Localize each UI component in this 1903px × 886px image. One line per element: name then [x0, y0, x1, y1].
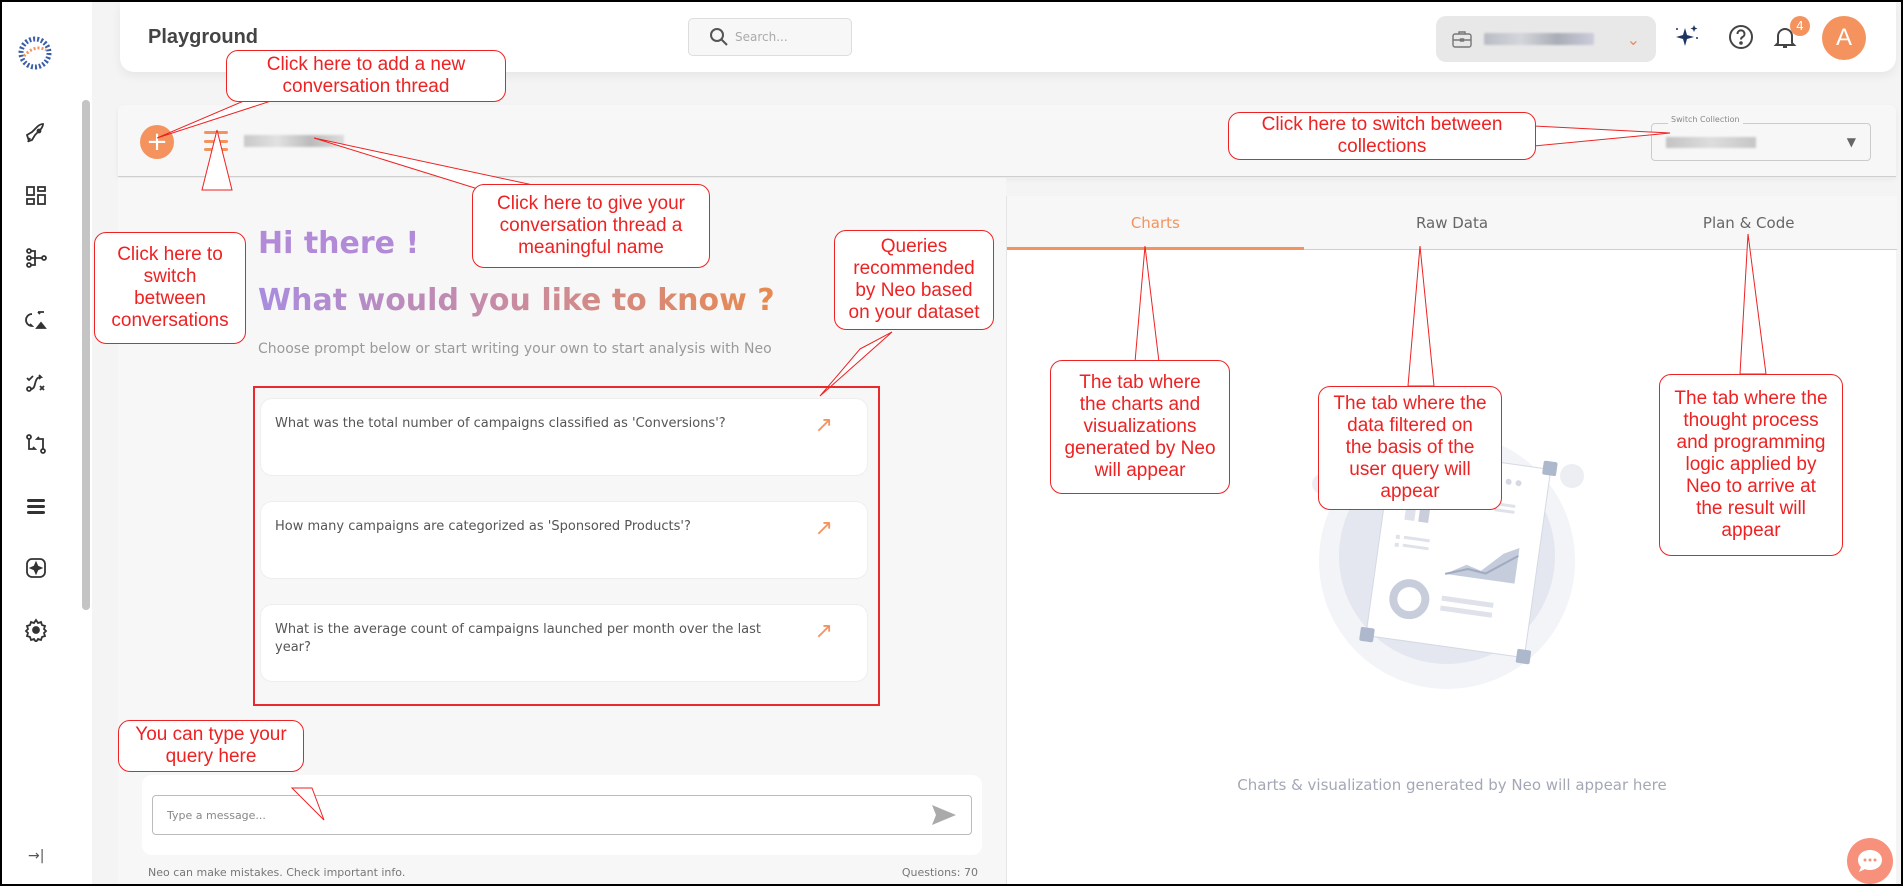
callout-name-thread: Click here to give your conversation thr… — [472, 184, 710, 268]
callout-charts-tab: The tab where the charts and visualizati… — [1050, 360, 1230, 494]
disclaimer: Neo can make mistakes. Check important i… — [148, 866, 406, 879]
callout-add-thread: Click here to add a new conversation thr… — [226, 50, 506, 102]
questions-count: Questions: 70 — [901, 866, 978, 879]
empty-state-text: Charts & visualization generated by Neo … — [1237, 776, 1667, 794]
search-input[interactable]: Search... — [688, 18, 852, 56]
search-icon — [710, 28, 728, 46]
switch-collection-label: Switch Collection — [1668, 115, 1743, 124]
sidebar: →| — [2, 2, 92, 884]
page-title: Playground — [148, 26, 259, 48]
callout-recommended-queries: Queries recommended by Neo based on your… — [834, 230, 994, 330]
welcome-question: What would you like to know ? — [258, 283, 775, 318]
message-input[interactable]: Type a message... — [152, 795, 972, 835]
tab-raw-data[interactable]: Raw Data — [1304, 196, 1601, 249]
notification-badge: 4 — [1790, 16, 1810, 36]
briefcase-icon — [1452, 31, 1472, 48]
results-tabs: Charts Raw Data Plan & Code — [1007, 196, 1897, 250]
new-thread-button[interactable]: + — [140, 125, 174, 159]
conversations-menu-icon[interactable] — [204, 131, 228, 151]
tab-plan-code[interactable]: Plan & Code — [1600, 196, 1897, 249]
workspace-name-redacted — [1484, 33, 1594, 45]
callout-switch-conversations: Click here to switch between conversatio… — [94, 232, 246, 344]
list-icon[interactable] — [22, 492, 50, 520]
collapse-sidebar-icon[interactable]: →| — [28, 848, 44, 864]
welcome-subtitle: Choose prompt below or start writing you… — [258, 341, 772, 357]
sparkle-ai-icon[interactable] — [1672, 22, 1702, 52]
conversation-bar: + ▼ Switch Collection — [118, 105, 1896, 177]
send-icon[interactable] — [931, 804, 957, 826]
callout-switch-collections: Click here to switch between collections — [1228, 112, 1536, 160]
workspace-selector[interactable]: ⌄ — [1436, 16, 1656, 62]
chat-bubble-icon — [1858, 850, 1882, 872]
help-icon[interactable] — [1726, 22, 1756, 52]
collection-name-redacted — [1666, 136, 1756, 148]
composer: Type a message... — [142, 775, 982, 855]
callout-type-query: You can type your query here — [118, 720, 304, 772]
sidebar-scrollbar[interactable] — [82, 100, 90, 610]
caret-down-icon: ▼ — [1846, 135, 1856, 149]
callout-raw-data-tab: The tab where the data filtered on the b… — [1318, 386, 1502, 510]
route-icon[interactable] — [22, 368, 50, 396]
gear-icon[interactable] — [22, 616, 50, 644]
pull-request-icon[interactable] — [22, 430, 50, 458]
avatar[interactable]: A — [1822, 16, 1866, 60]
workflow-icon[interactable] — [22, 244, 50, 272]
search-placeholder: Search... — [735, 30, 788, 44]
sparkle-box-icon[interactable] — [22, 554, 50, 582]
sync-upload-icon[interactable] — [22, 306, 50, 334]
recommended-queries-highlight — [253, 386, 880, 706]
chevron-down-icon: ⌄ — [1626, 29, 1640, 49]
rocket-icon[interactable] — [22, 120, 50, 148]
dashboard-icon[interactable] — [22, 182, 50, 210]
app-window: →| Playground Search... ⌄ 4 A + ▼ Switch… — [2, 2, 1901, 884]
greeting: Hi there ! — [258, 226, 420, 261]
app-logo[interactable] — [18, 36, 52, 70]
switch-collection-select[interactable]: ▼ — [1651, 123, 1871, 161]
chat-support-button[interactable] — [1847, 838, 1893, 884]
thread-name-redacted[interactable] — [244, 135, 344, 147]
message-placeholder: Type a message... — [167, 808, 266, 822]
callout-plan-code-tab: The tab where the thought process and pr… — [1659, 374, 1843, 556]
tab-charts[interactable]: Charts — [1007, 196, 1304, 250]
